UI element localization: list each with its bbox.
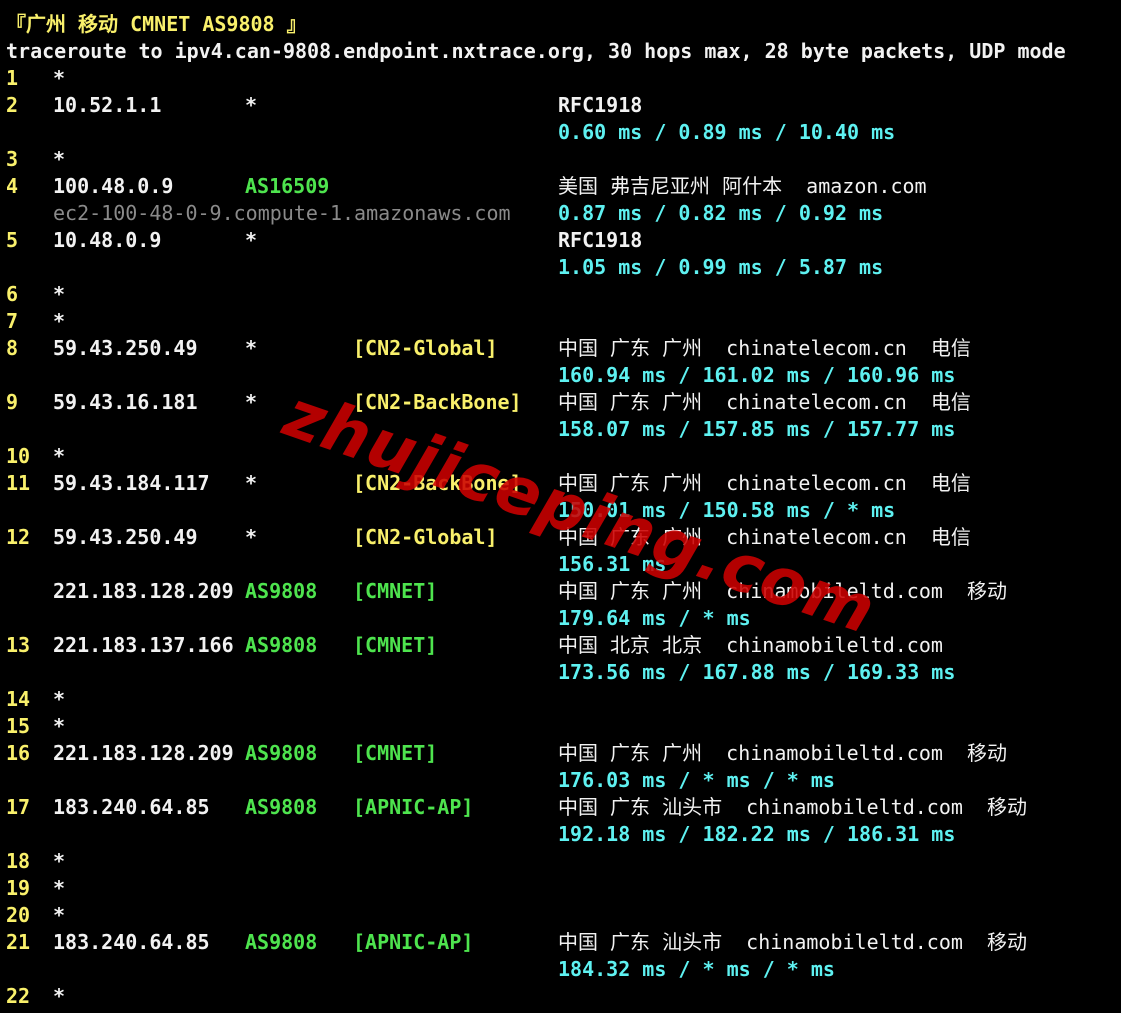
hop-number: 3 <box>6 147 19 171</box>
hop-rtt: 173.56 ms / 167.88 ms / 169.33 ms <box>558 660 956 684</box>
hop-geo: 美国 弗吉尼亚州 阿什本 amazon.com <box>558 174 927 198</box>
hop-network-tag: [APNIC-AP] <box>353 795 474 819</box>
hop-rtt: 0.87 ms / 0.82 ms / 0.92 ms <box>558 201 884 225</box>
hop-number: 16 <box>6 741 31 765</box>
hop-number: 2 <box>6 93 19 117</box>
hop-number: 17 <box>6 795 31 819</box>
hop-ip: 221.183.128.209 <box>53 741 234 765</box>
hop-rtt: 176.03 ms / * ms / * ms <box>558 768 835 792</box>
hop-network-tag: [CMNET] <box>353 633 438 657</box>
hop-network-tag: [CN2-BackBone] <box>353 390 522 414</box>
hop-hostname: ec2-100-48-0-9.compute-1.amazonaws.com <box>53 201 511 225</box>
hop-rtt: 184.32 ms / * ms / * ms <box>558 957 835 981</box>
hop-ip: 221.183.128.209 <box>53 579 234 603</box>
hop-number: 22 <box>6 984 31 1008</box>
hop-number: 10 <box>6 444 31 468</box>
hop-asn: * <box>245 93 258 117</box>
hop-ip: * <box>53 66 66 90</box>
hop-number: 1 <box>6 66 19 90</box>
hop-geo: 中国 北京 北京 chinamobileltd.com <box>558 633 943 657</box>
hop-rtt: 160.94 ms / 161.02 ms / 160.96 ms <box>558 363 956 387</box>
hop-number: 21 <box>6 930 31 954</box>
hop-ip: * <box>53 444 66 468</box>
hop-asn: AS9808 <box>245 633 318 657</box>
hop-geo: 中国 广东 广州 chinatelecom.cn 电信 <box>558 390 971 414</box>
hop-geo: 中国 广东 广州 chinatelecom.cn 电信 <box>558 336 971 360</box>
hop-rtt: 150.01 ms / 150.58 ms / * ms <box>558 498 896 522</box>
trace-title: 『广州 移动 CMNET AS9808 』 <box>6 12 307 36</box>
hop-ip: 59.43.16.181 <box>53 390 198 414</box>
hop-geo: 中国 广东 广州 chinatelecom.cn 电信 <box>558 471 971 495</box>
hop-asn: AS9808 <box>245 930 318 954</box>
hop-number: 14 <box>6 687 31 711</box>
hop-ip: 100.48.0.9 <box>53 174 174 198</box>
hop-network-tag: [CN2-Global] <box>353 525 498 549</box>
hop-geo: 中国 广东 汕头市 chinamobileltd.com 移动 <box>558 930 1027 954</box>
hop-ip: * <box>53 714 66 738</box>
hop-ip: 59.43.250.49 <box>53 336 198 360</box>
title-line: 『广州 移动 CMNET AS9808 』 <box>0 11 307 38</box>
hop-number: 6 <box>6 282 19 306</box>
hop-network-tag: [CN2-Global] <box>353 336 498 360</box>
hop-geo: RFC1918 <box>558 228 643 252</box>
hop-ip: * <box>53 876 66 900</box>
hop-number: 20 <box>6 903 31 927</box>
hop-asn: * <box>245 525 258 549</box>
hop-ip: * <box>53 309 66 333</box>
hop-asn: * <box>245 228 258 252</box>
hop-ip: 183.240.64.85 <box>53 795 210 819</box>
hop-rtt: 1.05 ms / 0.99 ms / 5.87 ms <box>558 255 884 279</box>
hop-network-tag: [CMNET] <box>353 741 438 765</box>
hop-rtt: 158.07 ms / 157.85 ms / 157.77 ms <box>558 417 956 441</box>
hop-asn: AS9808 <box>245 795 318 819</box>
hop-ip: * <box>53 687 66 711</box>
hop-ip: * <box>53 282 66 306</box>
hop-ip: * <box>53 849 66 873</box>
hop-rtt: 156.31 ms <box>558 552 667 576</box>
hop-network-tag: [CN2-BackBone] <box>353 471 522 495</box>
hop-number: 7 <box>6 309 19 333</box>
hop-ip: 59.43.184.117 <box>53 471 210 495</box>
hop-rtt: 192.18 ms / 182.22 ms / 186.31 ms <box>558 822 956 846</box>
hop-number: 15 <box>6 714 31 738</box>
hop-geo: 中国 广东 广州 chinatelecom.cn 电信 <box>558 525 971 549</box>
hop-number: 18 <box>6 849 31 873</box>
hop-asn: * <box>245 471 258 495</box>
hop-ip: * <box>53 147 66 171</box>
hop-number: 12 <box>6 525 31 549</box>
hop-geo: 中国 广东 广州 chinamobileltd.com 移动 <box>558 741 1007 765</box>
hop-asn: AS16509 <box>245 174 330 198</box>
hop-number: 13 <box>6 633 31 657</box>
hop-number: 9 <box>6 390 19 414</box>
hop-number: 4 <box>6 174 19 198</box>
hop-number: 11 <box>6 471 31 495</box>
terminal-window: 『广州 移动 CMNET AS9808 』 traceroute to ipv4… <box>0 0 1121 1013</box>
command-line: traceroute to ipv4.can-9808.endpoint.nxt… <box>0 38 1066 65</box>
hop-ip: 10.48.0.9 <box>53 228 162 252</box>
hop-ip: * <box>53 903 66 927</box>
hop-number: 8 <box>6 336 19 360</box>
hop-asn: * <box>245 336 258 360</box>
hop-asn: AS9808 <box>245 741 318 765</box>
hop-ip: 10.52.1.1 <box>53 93 162 117</box>
traceroute-command: traceroute to ipv4.can-9808.endpoint.nxt… <box>6 39 1066 63</box>
hop-ip: 221.183.137.166 <box>53 633 234 657</box>
hop-geo: RFC1918 <box>558 93 643 117</box>
hop-network-tag: [CMNET] <box>353 579 438 603</box>
hop-rtt: 0.60 ms / 0.89 ms / 10.40 ms <box>558 120 896 144</box>
hop-geo: 中国 广东 汕头市 chinamobileltd.com 移动 <box>558 795 1027 819</box>
hop-network-tag: [APNIC-AP] <box>353 930 474 954</box>
hop-geo: 中国 广东 广州 chinamobileltd.com 移动 <box>558 579 1007 603</box>
hop-ip: * <box>53 984 66 1008</box>
hop-ip: 183.240.64.85 <box>53 930 210 954</box>
hop-asn: AS9808 <box>245 579 318 603</box>
hop-number: 5 <box>6 228 19 252</box>
hop-asn: * <box>245 390 258 414</box>
hop-number: 19 <box>6 876 31 900</box>
hop-rtt: 179.64 ms / * ms <box>558 606 751 630</box>
hop-ip: 59.43.250.49 <box>53 525 198 549</box>
